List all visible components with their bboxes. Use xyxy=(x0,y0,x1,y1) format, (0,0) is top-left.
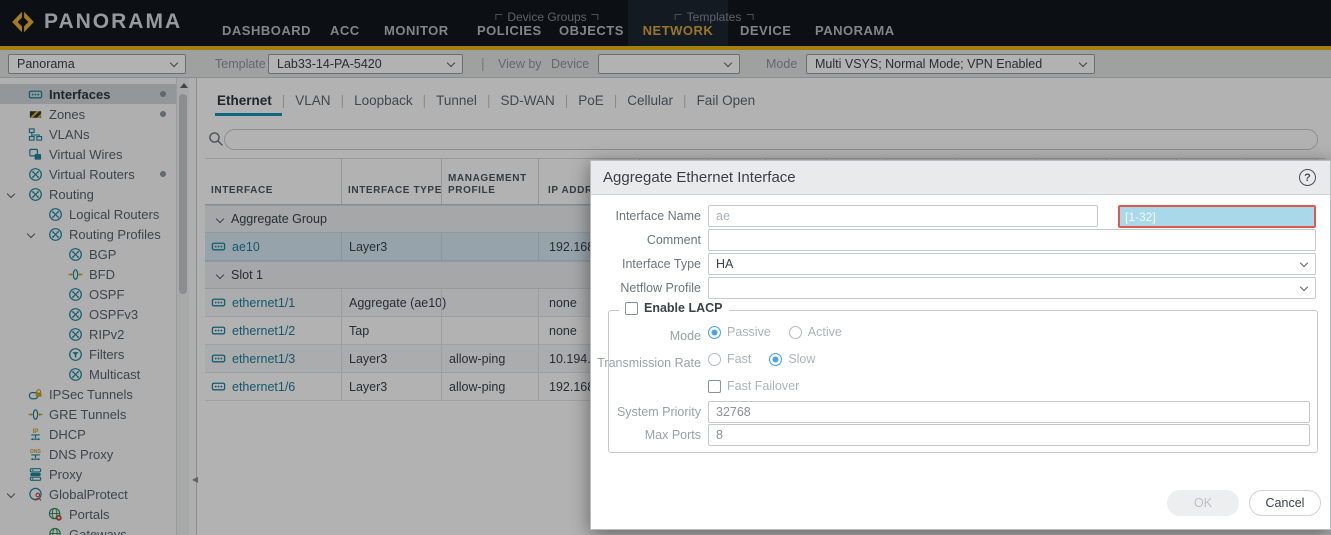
dialog-header: Aggregate Ethernet Interface xyxy=(591,161,1330,195)
interface-number-input[interactable]: [1-32] xyxy=(1118,205,1316,228)
transmission-rate-fast-radio[interactable] xyxy=(708,353,721,366)
ok-button[interactable]: OK xyxy=(1167,490,1239,516)
mode-label: Mode xyxy=(591,329,701,343)
interface-name-label: Interface Name xyxy=(591,209,701,223)
enable-lacp-legend: Enable LACP xyxy=(619,301,729,315)
interface-type-value: HA xyxy=(716,257,733,271)
cancel-button[interactable]: Cancel xyxy=(1249,490,1321,516)
mode-active-radio[interactable] xyxy=(789,326,802,339)
transmission-rate-options: Fast Slow xyxy=(708,352,833,366)
netflow-profile-label: Netflow Profile xyxy=(591,281,701,295)
enable-lacp-checkbox[interactable] xyxy=(625,302,638,315)
fast-failover-checkbox[interactable] xyxy=(708,380,721,393)
netflow-profile-select[interactable] xyxy=(708,277,1316,299)
max-ports-input[interactable] xyxy=(708,424,1310,446)
system-priority-label: System Priority xyxy=(591,405,701,419)
range-hint-text: [1-32] xyxy=(1125,210,1156,224)
mode-passive-radio[interactable] xyxy=(708,326,721,339)
help-icon[interactable]: ? xyxy=(1299,169,1316,186)
interface-name-input[interactable] xyxy=(708,205,1098,227)
interface-type-label: Interface Type xyxy=(591,257,701,271)
fast-failover-label: Fast Failover xyxy=(727,379,799,393)
enable-lacp-label: Enable LACP xyxy=(644,301,723,315)
aggregate-ethernet-interface-dialog: Aggregate Ethernet Interface ? Interface… xyxy=(590,160,1331,530)
dialog-title: Aggregate Ethernet Interface xyxy=(603,169,796,186)
comment-label: Comment xyxy=(591,233,701,247)
transmission-rate-slow-radio[interactable] xyxy=(769,353,782,366)
transmission-rate-fast-label: Fast xyxy=(727,352,751,366)
mode-options: Passive Active xyxy=(708,325,860,339)
transmission-rate-slow-label: Slow xyxy=(788,352,815,366)
system-priority-input[interactable] xyxy=(708,401,1310,423)
chevron-down-icon xyxy=(1300,282,1308,290)
interface-type-select[interactable]: HA xyxy=(708,253,1316,275)
panorama-app: PANORAMA DASHBOARDACCMONITORPOLICIESOBJE… xyxy=(0,0,1331,535)
max-ports-label: Max Ports xyxy=(591,428,701,442)
mode-passive-label: Passive xyxy=(727,325,771,339)
fast-failover-row: Fast Failover xyxy=(708,379,817,393)
chevron-down-icon xyxy=(1300,258,1308,266)
transmission-rate-label: Transmission Rate xyxy=(591,356,701,370)
mode-active-label: Active xyxy=(808,325,842,339)
comment-input[interactable] xyxy=(708,229,1316,251)
